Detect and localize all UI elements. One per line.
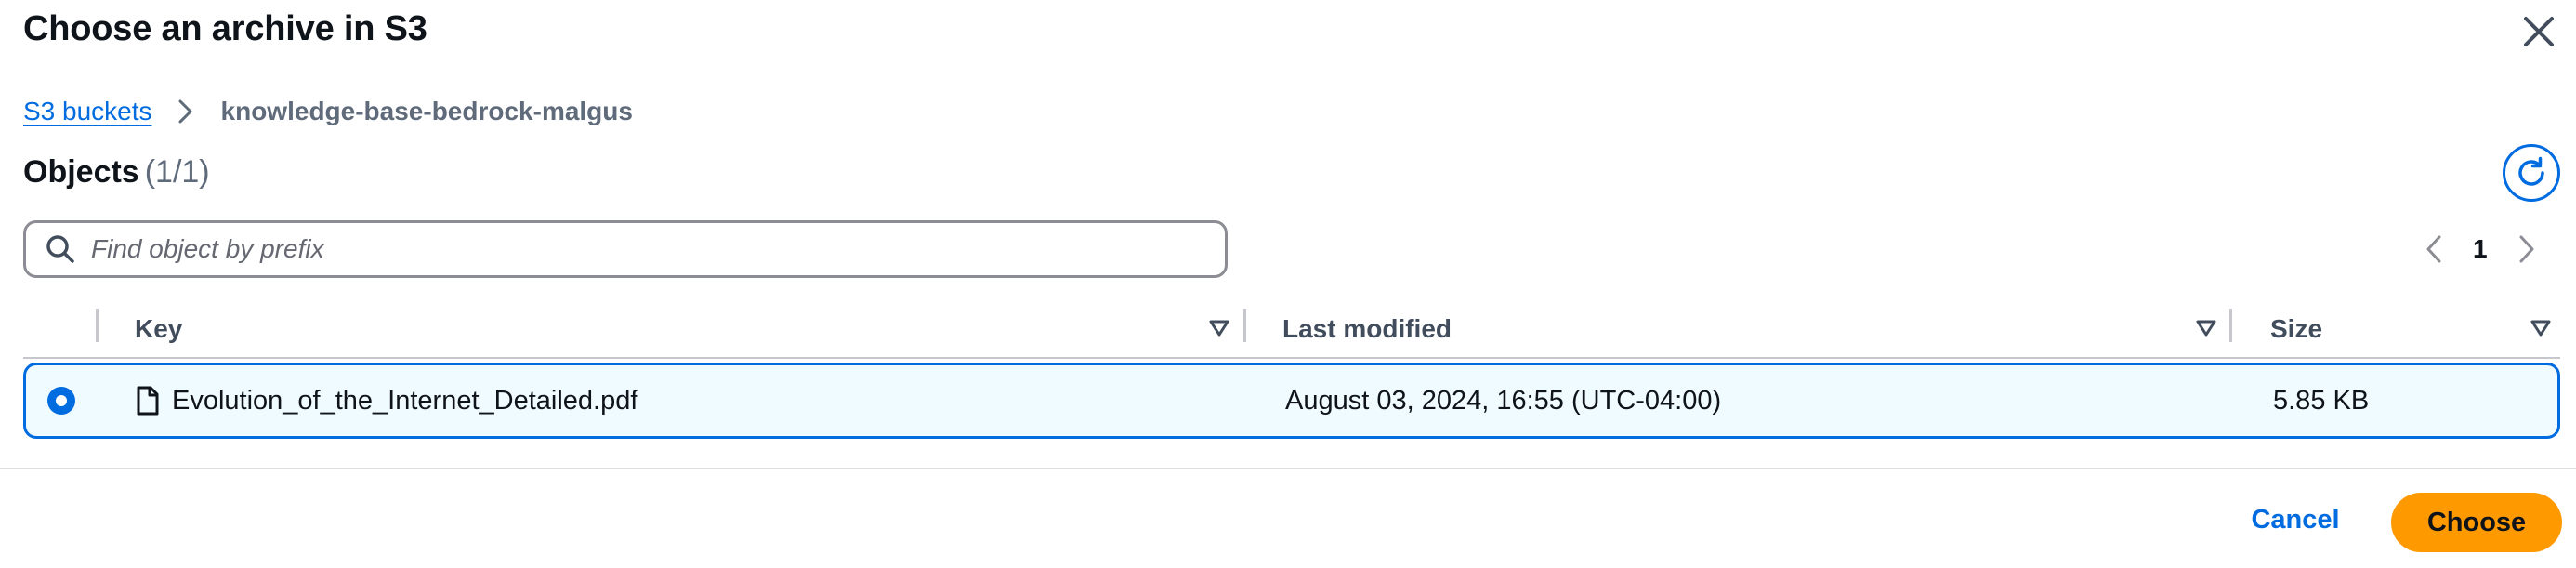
refresh-icon — [2518, 156, 2544, 186]
breadcrumb-link-s3-buckets[interactable]: S3 buckets — [23, 97, 152, 126]
chevron-right-icon — [178, 99, 192, 124]
footer-divider — [0, 468, 2576, 469]
objects-count: (1/1) — [144, 154, 210, 190]
breadcrumb-current: knowledge-base-bedrock-malgus — [220, 97, 633, 125]
radio-selected-dot — [56, 395, 67, 406]
column-divider — [96, 309, 99, 342]
choose-button[interactable]: Choose — [2391, 493, 2562, 552]
table-header: Key Last modified Size — [23, 305, 2560, 359]
objects-heading: Objects (1/1) — [23, 154, 210, 191]
caret-down-icon[interactable] — [1208, 317, 1230, 339]
column-header-key: Key — [135, 314, 183, 343]
chevron-left-icon[interactable] — [2421, 232, 2449, 266]
objects-heading-label: Objects — [23, 154, 139, 190]
cell-last-modified: August 03, 2024, 16:55 (UTC-04:00) — [1285, 386, 1722, 416]
caret-down-icon[interactable] — [2530, 317, 2552, 339]
chevron-right-icon[interactable] — [2512, 232, 2540, 266]
column-divider[interactable] — [2229, 309, 2232, 342]
cell-size: 5.85 KB — [2273, 386, 2370, 416]
search-input[interactable] — [91, 234, 1188, 264]
cell-key: Evolution_of_the_Internet_Detailed.pdf — [172, 386, 638, 416]
caret-down-icon[interactable] — [2195, 317, 2217, 339]
row-radio-button[interactable] — [47, 387, 75, 415]
column-header-size: Size — [2270, 314, 2323, 343]
table-row[interactable]: Evolution_of_the_Internet_Detailed.pdf A… — [23, 363, 2560, 439]
search-icon — [46, 235, 74, 263]
page-number[interactable]: 1 — [2473, 234, 2488, 264]
file-icon — [137, 386, 159, 416]
refresh-button[interactable] — [2503, 144, 2560, 202]
breadcrumb: S3 buckets knowledge-base-bedrock-malgus — [23, 93, 633, 130]
column-header-last-modified: Last modified — [1282, 314, 1452, 343]
modal-title: Choose an archive in S3 — [23, 9, 427, 48]
pagination: 1 — [2421, 231, 2540, 268]
search-field[interactable] — [23, 220, 1228, 278]
cancel-button[interactable]: Cancel — [2235, 489, 2356, 550]
column-divider[interactable] — [1243, 309, 1246, 342]
close-icon[interactable] — [2518, 11, 2559, 52]
